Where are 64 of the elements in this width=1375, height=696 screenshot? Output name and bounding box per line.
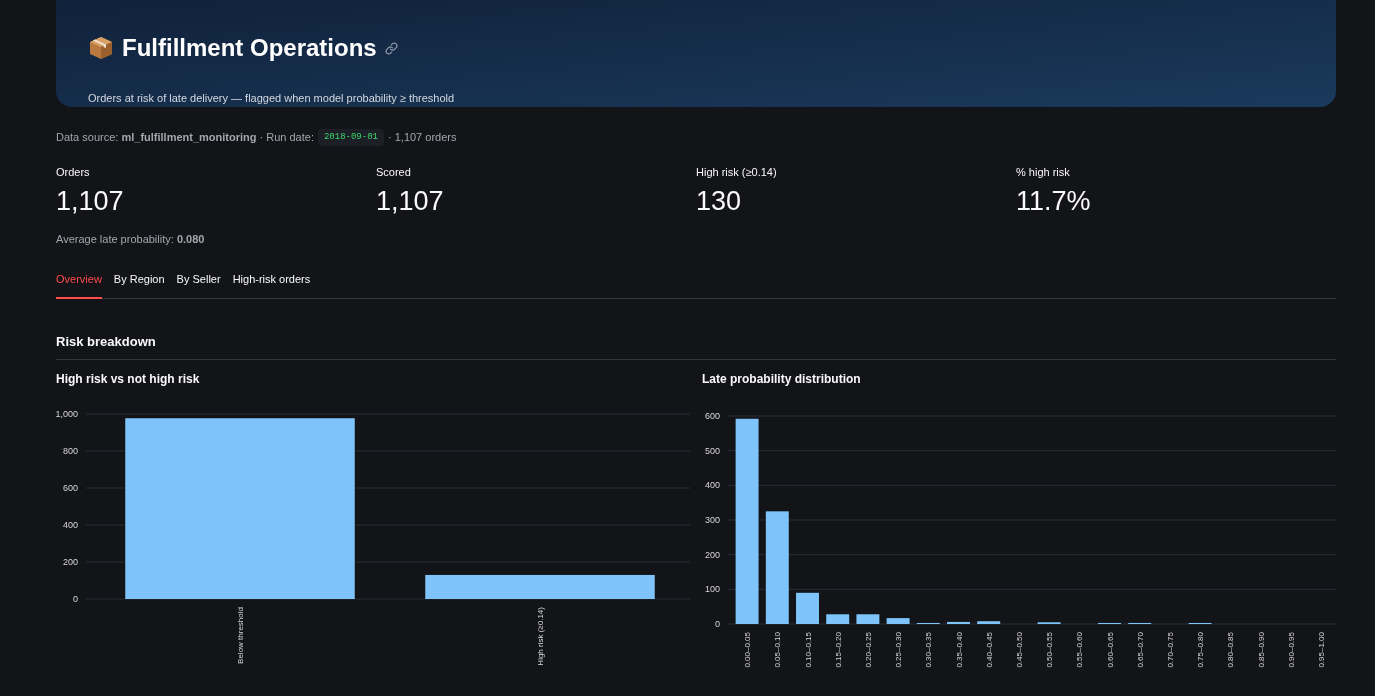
axis-tick-label: 0 (715, 619, 720, 629)
bar (796, 592, 819, 624)
category-label: 0.90–0.95 (1286, 632, 1296, 668)
category-label: 0.95–1.00 (1316, 632, 1326, 668)
category-label: 0.20–0.25 (863, 632, 873, 668)
metric-label: High risk (≥0.14) (696, 165, 778, 181)
metric-label: Scored (376, 165, 412, 181)
average-note: Average late probability: 0.080 (56, 231, 206, 247)
run-date: 2018-09-01 (317, 128, 384, 147)
axis-tick-label: 500 (704, 445, 720, 456)
section-title: Risk breakdown (56, 331, 1336, 360)
category-label: 0.65–0.70 (1135, 632, 1145, 668)
bar (856, 614, 880, 624)
page-subtitle: Orders at risk of late delivery — flagged when model probability ≥ threshold (88, 91, 456, 106)
category-label: 0.40–0.45 (984, 632, 994, 668)
category-label: 0.15–0.20 (833, 632, 843, 668)
category-label: 0.85–0.90 (1256, 632, 1266, 668)
metric-value: 130 (696, 184, 743, 218)
chart-title: Late probability distribution (702, 371, 862, 388)
tab[interactable]: By Region (113, 271, 165, 299)
metric-value: 1,107 (376, 184, 445, 218)
data-source-text: Data source: ml_fulfillment_monitoring · Run date: (56, 130, 314, 146)
category-label: 0.00–0.05 (743, 632, 753, 668)
link-icon[interactable] (384, 41, 398, 55)
axis-tick-label: 400 (704, 480, 720, 491)
category-label: 0.50–0.55 (1045, 632, 1055, 668)
category-label: Below threshold (236, 607, 245, 664)
tab[interactable]: High-risk orders (232, 271, 311, 299)
metric-label: % high risk (1016, 165, 1071, 181)
axis-tick-label: 200 (62, 557, 78, 567)
axis-tick-label: 400 (62, 520, 78, 530)
axis-tick-label: 200 (704, 549, 720, 560)
page-title: Fulfillment Operations (122, 33, 377, 63)
axis-tick-label: 1,000 (56, 409, 78, 419)
axis-tick-label: 300 (704, 515, 720, 525)
category-label: High risk (≥0.14) (536, 607, 545, 666)
tab[interactable]: By Seller (176, 271, 221, 299)
bar (977, 621, 1001, 624)
category-label: 0.55–0.60 (1075, 632, 1085, 668)
axis-tick-label: 600 (62, 483, 78, 493)
category-label: 0.05–0.10 (773, 632, 783, 668)
category-label: 0.70–0.75 (1165, 632, 1175, 668)
metric-value: 1,107 (56, 184, 125, 218)
category-label: 0.25–0.30 (894, 632, 904, 668)
package-icon (88, 35, 114, 61)
bar (826, 614, 850, 624)
category-label: 0.30–0.35 (924, 632, 934, 668)
category-label: 0.80–0.85 (1226, 632, 1236, 668)
category-label: 0.60–0.65 (1105, 632, 1115, 668)
bar (886, 618, 910, 624)
axis-tick-label: 800 (62, 446, 78, 456)
axis-tick-label: 0 (73, 594, 78, 604)
metric-label: Orders (56, 165, 91, 181)
category-label: 0.10–0.15 (803, 632, 813, 668)
bar (947, 621, 970, 624)
category-label: 0.75–0.80 (1196, 632, 1206, 668)
order-count-text: · 1,107 orders (388, 130, 457, 146)
metric-value: 11.7% (1016, 184, 1092, 218)
category-label: 0.45–0.50 (1014, 632, 1024, 668)
category-label: 0.35–0.40 (954, 632, 964, 668)
axis-tick-label: 100 (704, 584, 720, 595)
chart-title: High risk vs not high risk (56, 371, 201, 388)
axis-tick-label: 600 (704, 411, 720, 421)
tab[interactable]: Overview (56, 271, 102, 299)
